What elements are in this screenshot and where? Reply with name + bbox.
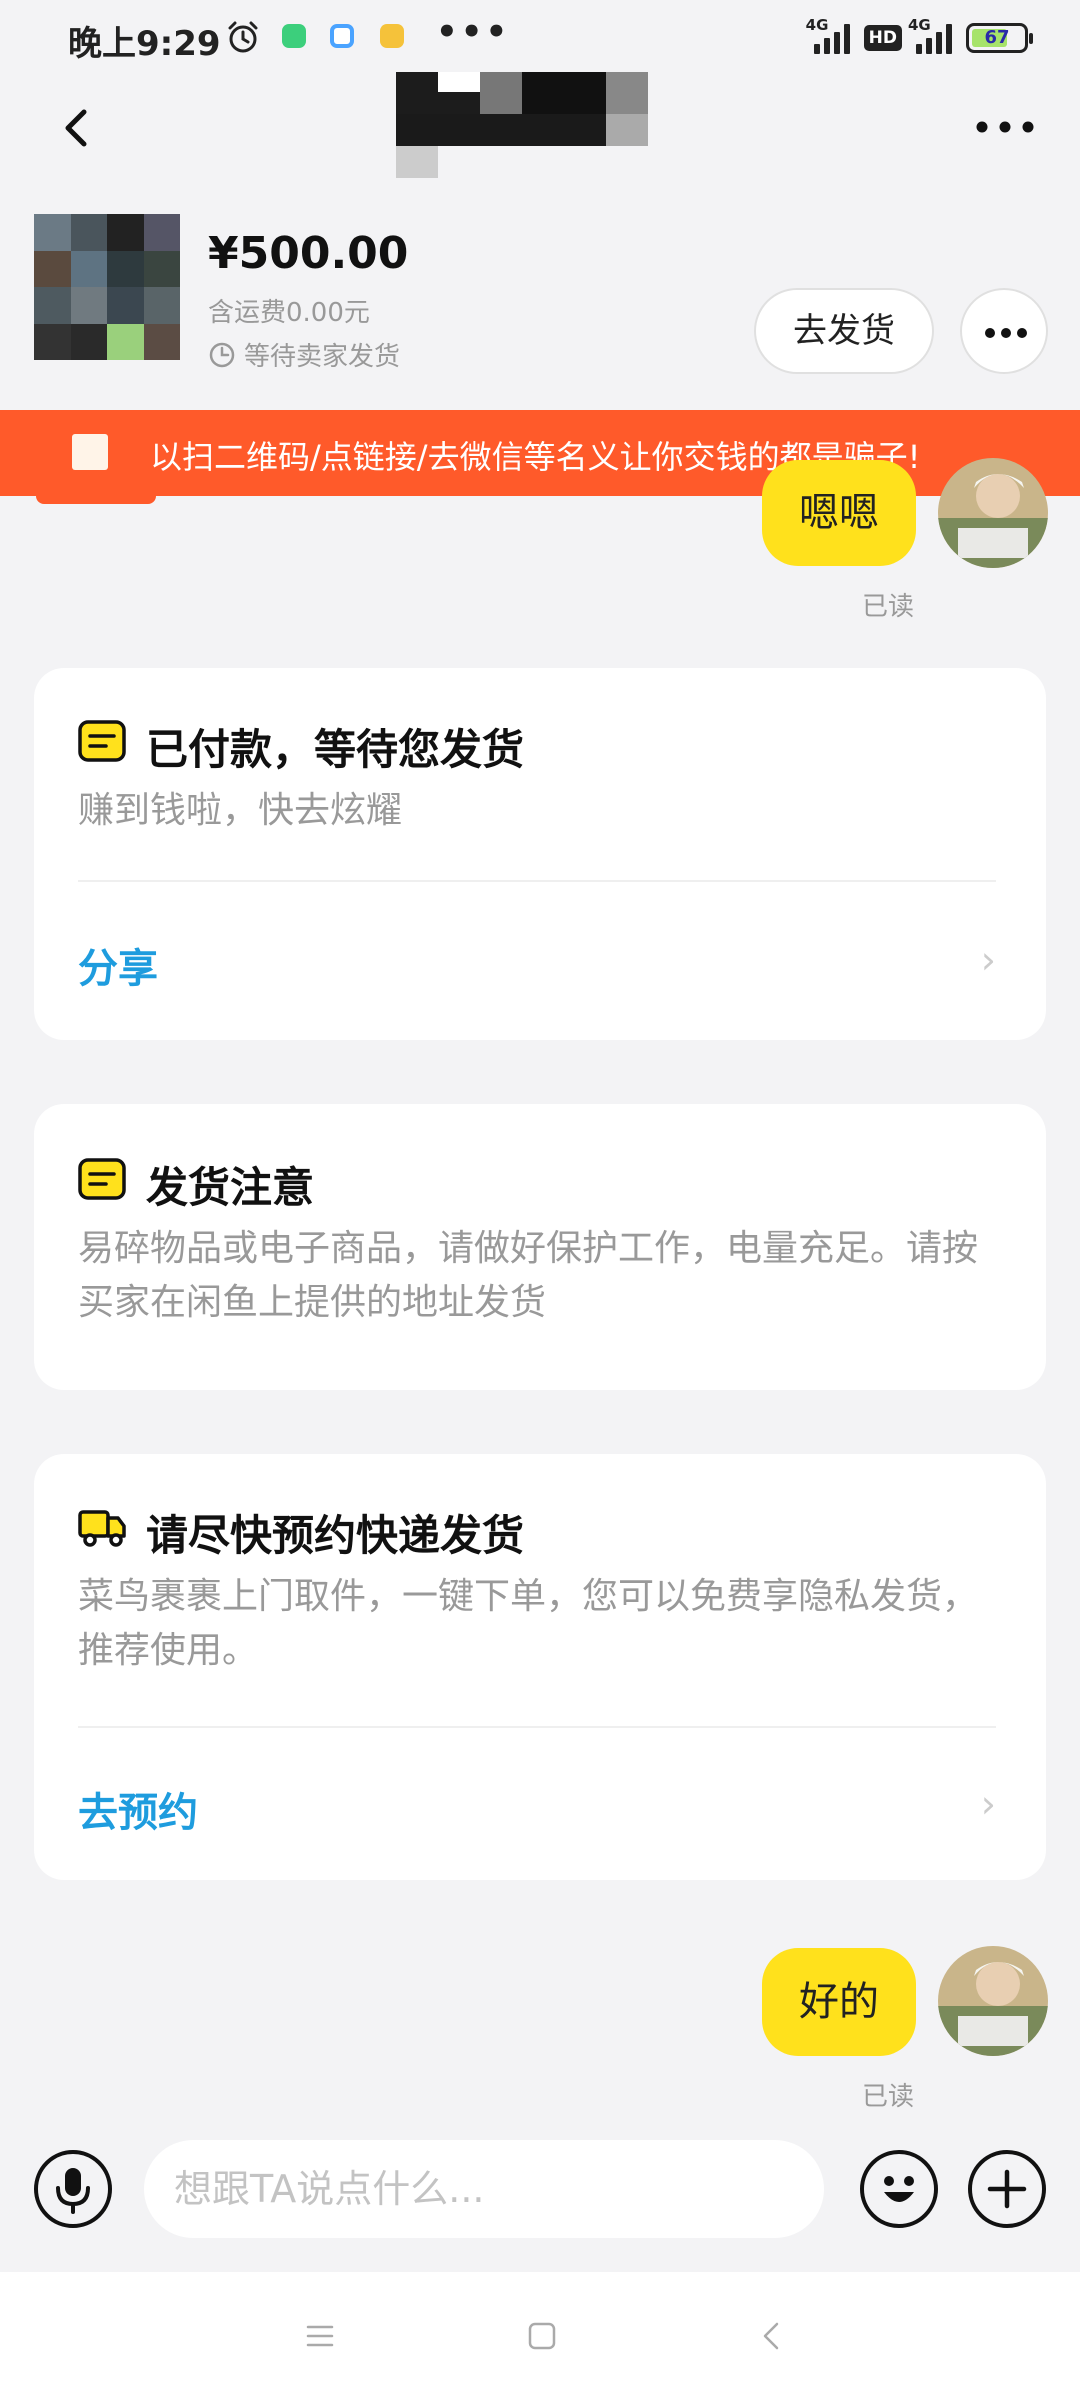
redacted-title-image xyxy=(396,72,648,178)
chevron-right-icon[interactable]: › xyxy=(981,938,996,982)
read-receipt: 已读 xyxy=(862,592,915,622)
shipping-fee: 含运费0.00元 xyxy=(208,298,370,328)
express-card-desc: 菜鸟裹裹上门取件，一键下单，您可以免费享隐私发货，推荐使用。 xyxy=(78,1576,979,1671)
order-status-label: 等待卖家发货 xyxy=(244,342,401,372)
avatar[interactable] xyxy=(938,1946,1048,2056)
system-navigation-bar xyxy=(0,2272,1080,2400)
app-notification-icon xyxy=(380,24,404,48)
emoji-button[interactable] xyxy=(860,2150,938,2228)
read-receipt: 已读 xyxy=(862,2082,915,2112)
chevron-right-icon[interactable]: › xyxy=(981,1782,996,1826)
warning-banner-tail xyxy=(36,496,156,504)
fraud-warning-banner: 以扫二维码/点链接/去微信等名义让你交钱的都是骗子! xyxy=(0,410,1080,496)
chevron-left-icon[interactable] xyxy=(48,100,104,156)
avatar-image xyxy=(938,458,1048,568)
express-card: 请尽快预约快递发货 菜鸟裹裹上门取件，一键下单，您可以免费享隐私发货，推荐使用。… xyxy=(34,1454,1046,1880)
paid-card-desc: 赚到钱啦，快去炫耀 xyxy=(78,790,403,831)
warning-icon xyxy=(72,434,108,470)
chat-input-bar xyxy=(0,2130,1080,2270)
nav-bar xyxy=(0,72,1080,188)
paid-card: 已付款，等待您发货 赚到钱啦，快去炫耀 分享 › xyxy=(34,668,1046,1040)
alarm-icon xyxy=(228,21,258,53)
share-link[interactable]: 分享 xyxy=(78,936,158,994)
app-notification-icon xyxy=(282,24,306,48)
more-horizontal-icon[interactable] xyxy=(970,102,1040,152)
product-thumbnail[interactable] xyxy=(34,214,180,360)
order-summary[interactable]: ¥500.00 含运费0.00元 等待卖家发货 去发货 xyxy=(0,188,1080,408)
battery-icon: 67 xyxy=(966,23,1033,53)
avatar[interactable] xyxy=(938,458,1048,568)
message-input[interactable] xyxy=(144,2140,824,2238)
menu-icon[interactable] xyxy=(300,2316,340,2356)
hd-icon: HD xyxy=(863,25,902,51)
signal-icon: 4G xyxy=(908,16,952,54)
shipping-notice-card: 发货注意 易碎物品或电子商品，请做好保护工作，电量充足。请按买家在闲鱼上提供的地… xyxy=(34,1104,1046,1390)
clock-icon xyxy=(209,342,235,367)
notice-card-title: 发货注意 xyxy=(146,1163,315,1212)
ship-button[interactable]: 去发货 xyxy=(754,288,934,374)
message-card-icon xyxy=(78,1158,126,1200)
divider xyxy=(78,1726,996,1728)
order-more-button[interactable] xyxy=(960,288,1048,374)
home-icon[interactable] xyxy=(522,2316,562,2356)
order-price: ¥500.00 xyxy=(208,228,409,279)
avatar-image xyxy=(938,1946,1048,2056)
truck-icon xyxy=(78,1510,126,1547)
back-icon[interactable] xyxy=(752,2316,792,2356)
app-notification-icon xyxy=(330,24,354,48)
notice-card-desc: 易碎物品或电子商品，请做好保护工作，电量充足。请按买家在闲鱼上提供的地址发货 xyxy=(78,1228,979,1323)
status-right-group: 4G HD 4G 67 xyxy=(806,16,1033,58)
more-horizontal-icon xyxy=(985,328,1027,338)
divider xyxy=(78,880,996,882)
book-pickup-link[interactable]: 去预约 xyxy=(78,1780,198,1838)
signal-icon: 4G xyxy=(806,16,850,54)
microphone-icon xyxy=(56,2168,90,2214)
paid-card-title: 已付款，等待您发货 xyxy=(146,725,525,774)
plus-icon xyxy=(987,2169,1027,2209)
voice-button[interactable] xyxy=(34,2150,112,2228)
message-card-icon xyxy=(78,720,126,762)
status-bar: 晚上9:29 ••• 4G HD 4G 67 xyxy=(0,0,1080,76)
express-card-title: 请尽快预约快递发货 xyxy=(146,1511,525,1560)
more-notifications-icon: ••• xyxy=(436,12,511,52)
order-status: 等待卖家发货 xyxy=(208,336,400,373)
status-time: 晚上9:29 xyxy=(68,24,221,64)
more-actions-button[interactable] xyxy=(968,2150,1046,2228)
message-bubble[interactable]: 嗯嗯 xyxy=(762,460,916,566)
emoji-icon xyxy=(884,2176,914,2202)
message-bubble[interactable]: 好的 xyxy=(762,1948,916,2056)
